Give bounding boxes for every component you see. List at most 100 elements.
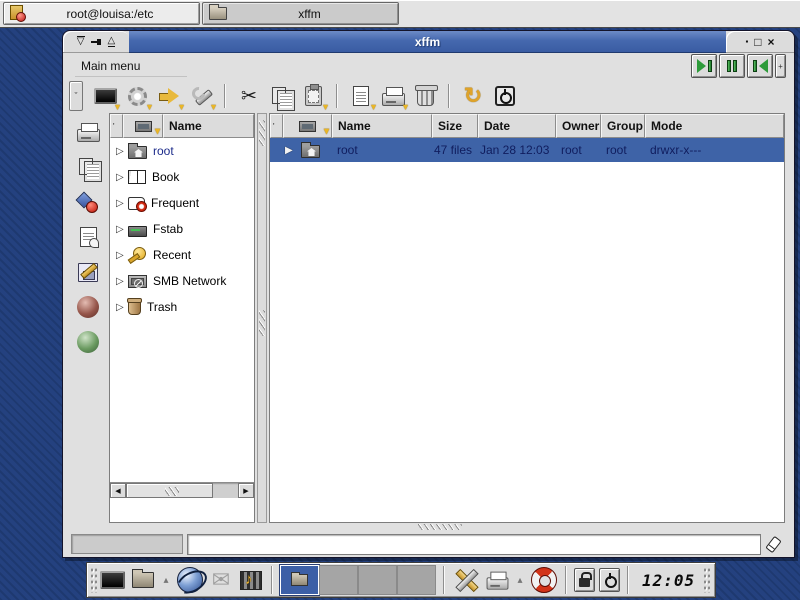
paste-button[interactable]: ▾: [298, 81, 328, 111]
workspace-cell[interactable]: [358, 565, 397, 595]
tree-item[interactable]: ▷ Trash: [110, 294, 254, 320]
panel-terminal-button[interactable]: [98, 564, 127, 596]
column-header-date[interactable]: Date: [478, 114, 556, 138]
pause-button[interactable]: [719, 54, 745, 78]
tree-item-label: Frequent: [151, 196, 199, 210]
refresh-icon: ↻: [464, 86, 482, 106]
titlebar[interactable]: ▽ △ xffm ▪ □ ×: [63, 31, 794, 53]
properties-button[interactable]: ▾: [346, 81, 376, 111]
panel-file-manager-button[interactable]: [129, 564, 157, 596]
stick-icon[interactable]: [91, 37, 102, 47]
computer-icon: [299, 121, 316, 132]
tree-header-icon-column[interactable]: ▾: [123, 114, 163, 138]
tree-item[interactable]: ▷ Recent: [110, 242, 254, 268]
printer-icon: [486, 577, 508, 589]
panel-help-button[interactable]: [529, 564, 559, 596]
side-copy-button[interactable]: [72, 152, 104, 182]
panel-grip-handle[interactable]: [90, 567, 97, 593]
side-sphere-red-button[interactable]: [72, 292, 104, 322]
go-button[interactable]: ▾: [154, 81, 184, 111]
tree-header-tiny[interactable]: ': [110, 114, 123, 138]
taskbar-task-button[interactable]: root@louisa:/etc: [3, 2, 200, 25]
panel-browser-button[interactable]: [175, 564, 205, 596]
media-more-button[interactable]: +: [775, 54, 786, 78]
horizontal-splitter[interactable]: [63, 523, 794, 531]
tree-item[interactable]: ▷ root: [110, 138, 254, 164]
file-header-icon-column[interactable]: ▾: [283, 114, 332, 138]
panel-mail-button[interactable]: ✉: [207, 564, 235, 596]
tree-item[interactable]: ▷ SMB Network: [110, 268, 254, 294]
workspace-cell[interactable]: [280, 565, 319, 595]
column-header-owner[interactable]: Owner: [556, 114, 601, 138]
column-header-name[interactable]: Name: [332, 114, 432, 138]
expander-icon[interactable]: ▷: [116, 276, 128, 287]
lock-screen-button[interactable]: [574, 568, 595, 592]
panel-grip-handle[interactable]: [703, 567, 710, 593]
trash-button[interactable]: [410, 81, 440, 111]
scroll-right-button[interactable]: ▶: [238, 483, 254, 498]
status-entry-input[interactable]: [187, 534, 761, 555]
column-header-group[interactable]: Group: [601, 114, 645, 138]
workspace-cell[interactable]: [319, 565, 358, 595]
minimize-button[interactable]: ▪: [745, 35, 748, 49]
skip-backward-button[interactable]: [747, 54, 773, 78]
file-row[interactable]: ▶ root 47 files Jan 28 12:03 root root d…: [270, 138, 784, 162]
side-sphere-green-button[interactable]: [72, 327, 104, 357]
toolbar-dropdown-button[interactable]: ˇ: [69, 81, 83, 111]
terminal-button[interactable]: ▾: [90, 81, 120, 111]
expander-icon[interactable]: ▶: [285, 145, 297, 156]
panel-tools-button[interactable]: [451, 564, 481, 596]
panel-splitter[interactable]: [257, 113, 267, 523]
scrollbar-thumb[interactable]: [126, 483, 213, 498]
taskbar-task-button[interactable]: xffm: [202, 2, 399, 25]
rollup-icon[interactable]: ▽: [77, 36, 85, 47]
expander-icon[interactable]: ▷: [116, 302, 128, 313]
maximize-button[interactable]: □: [754, 35, 761, 49]
close-button[interactable]: ×: [768, 35, 775, 49]
side-save-button[interactable]: [72, 257, 104, 287]
tree-item-label: Recent: [153, 248, 191, 262]
main-menu-item[interactable]: Main menu: [75, 56, 187, 77]
power-button[interactable]: [490, 81, 520, 111]
lifering-icon: [531, 567, 557, 593]
expander-icon[interactable]: ▷: [116, 172, 128, 183]
workspace-cell[interactable]: [397, 565, 436, 595]
expander-icon[interactable]: ▷: [116, 250, 128, 261]
copy-button[interactable]: [266, 81, 296, 111]
file-header-tiny[interactable]: ': [270, 114, 283, 138]
row-icon-cell: ▶: [283, 142, 332, 158]
tree-item[interactable]: ▷ Frequent: [110, 190, 254, 216]
printer-icon: [382, 93, 405, 106]
side-run-button[interactable]: [72, 187, 104, 217]
print-button[interactable]: ▾: [378, 81, 408, 111]
tree-header-name[interactable]: Name: [163, 114, 254, 138]
column-header-size[interactable]: Size: [432, 114, 478, 138]
workspace-pager: [280, 565, 436, 595]
tree-item[interactable]: ▷ Book: [110, 164, 254, 190]
scroll-left-button[interactable]: ◀: [110, 483, 126, 498]
expander-icon[interactable]: ▷: [116, 198, 128, 209]
panel-media-button[interactable]: ♪: [237, 564, 265, 596]
side-print-button[interactable]: [72, 117, 104, 147]
cut-button[interactable]: ✂: [234, 81, 264, 111]
panel-print-button[interactable]: [483, 564, 511, 596]
mail-envelope-icon: ✉: [212, 570, 230, 590]
refresh-button[interactable]: ↻: [458, 81, 488, 111]
side-select-button[interactable]: [72, 222, 104, 252]
scrollbar-track[interactable]: [126, 483, 238, 498]
tree-item[interactable]: ▷ Fstab: [110, 216, 254, 242]
panel-popup-button[interactable]: ▴: [513, 564, 527, 596]
settings-button[interactable]: ▾: [122, 81, 152, 111]
eraser-icon[interactable]: [765, 535, 781, 552]
skip-forward-button[interactable]: [691, 54, 717, 78]
pause-icon: [727, 60, 731, 72]
column-header-mode[interactable]: Mode: [645, 114, 784, 138]
shutdown-button[interactable]: [599, 568, 620, 592]
eject-icon[interactable]: △: [108, 36, 116, 47]
wrench-icon: [191, 86, 211, 106]
window-title: xffm: [129, 31, 726, 53]
expander-icon[interactable]: ▷: [116, 224, 128, 235]
expander-icon[interactable]: ▷: [116, 146, 128, 157]
panel-popup-button[interactable]: ▴: [159, 564, 173, 596]
tools-button[interactable]: ▾: [186, 81, 216, 111]
